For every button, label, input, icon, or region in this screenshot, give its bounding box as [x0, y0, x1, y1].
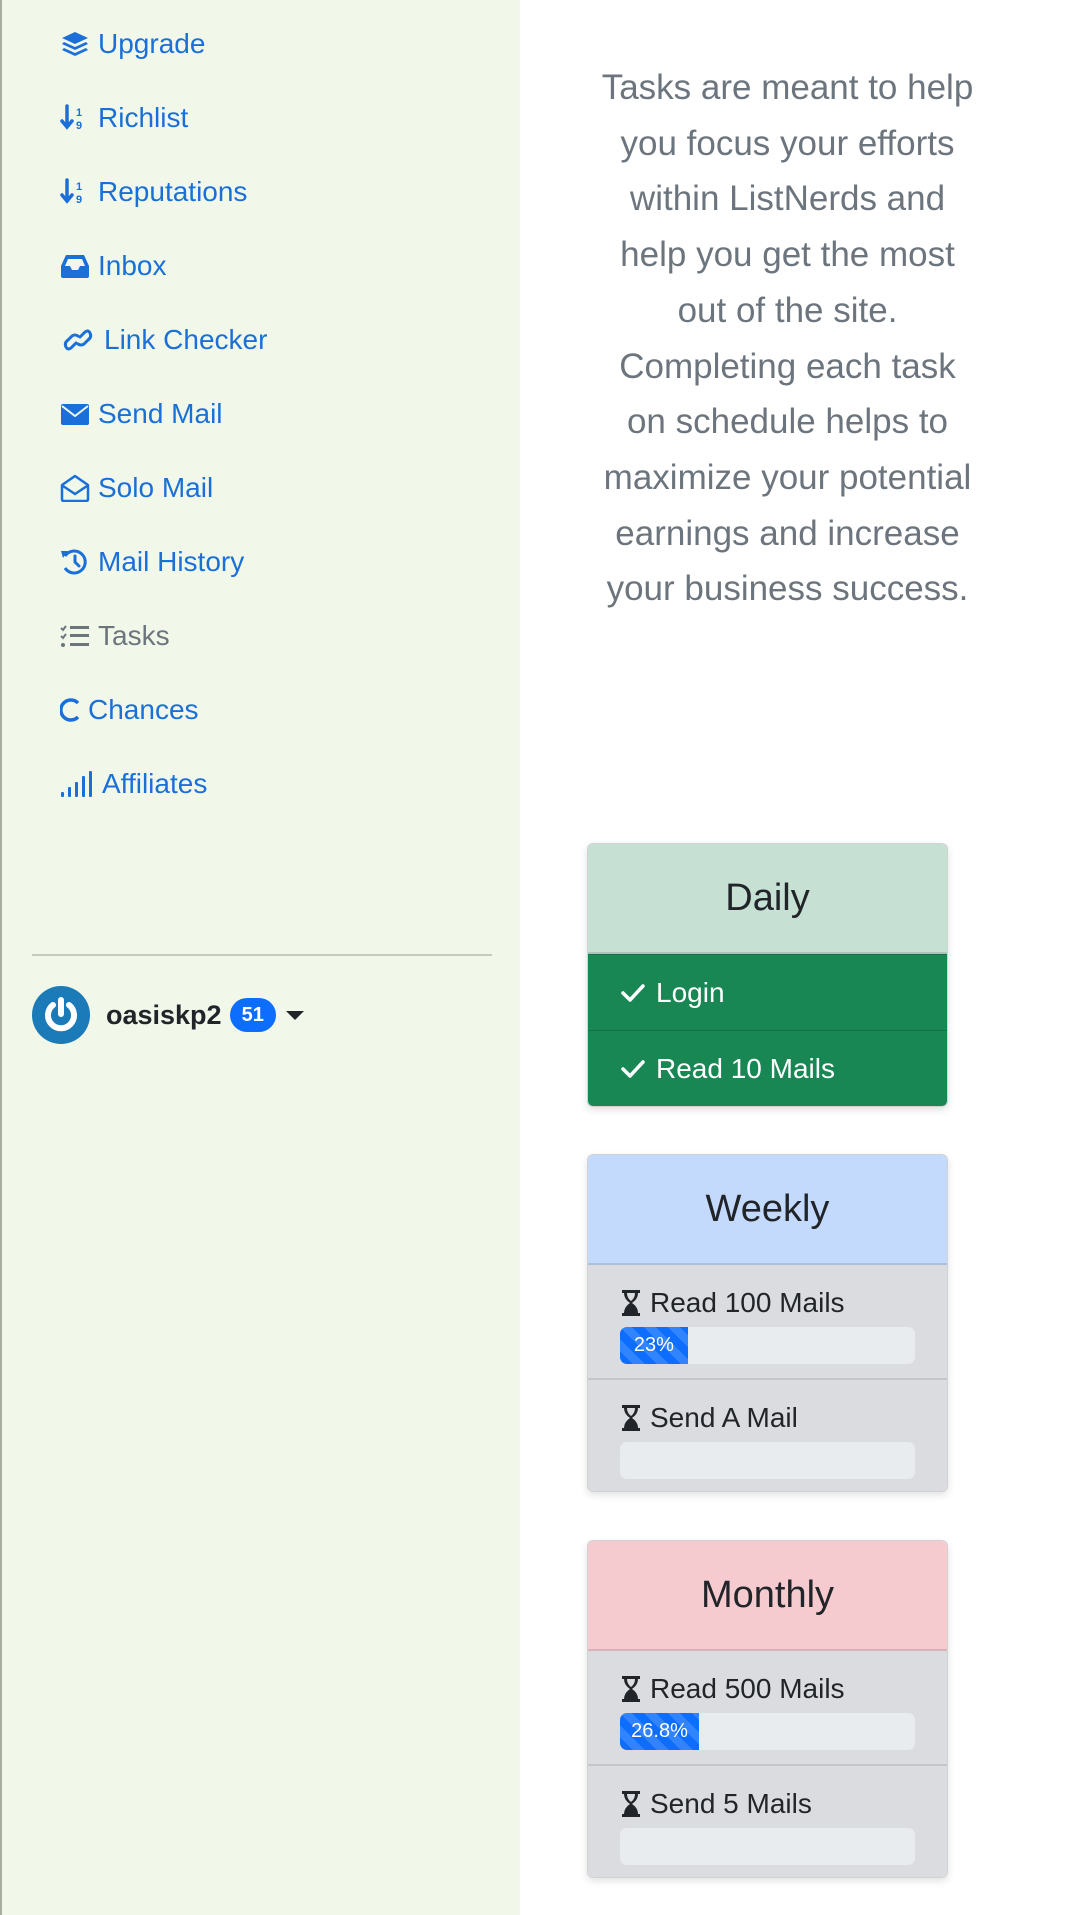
hourglass-icon [622, 1676, 640, 1702]
card-title: Monthly [588, 1541, 947, 1651]
task-label: Read 100 Mails [650, 1287, 845, 1318]
task-item: Login [588, 954, 947, 1030]
sidebar-divider [32, 954, 492, 956]
sidebar-item-label: Chances [88, 694, 199, 725]
progress-bar: 23% [620, 1327, 688, 1364]
tasks-intro-text: Tasks are meant to help you focus your e… [601, 68, 974, 609]
card-title: Daily [588, 844, 947, 954]
task-label: Send 5 Mails [650, 1788, 812, 1819]
card-title: Weekly [588, 1155, 947, 1265]
sidebar-item-label: Mail History [98, 546, 245, 577]
sidebar-item-send-mail[interactable]: Send Mail [60, 394, 223, 434]
daily-tasks-card: Daily Login Read 10 Mails [587, 843, 948, 1107]
c-icon [60, 695, 84, 725]
monthly-tasks-card: Monthly Read 500 Mails 26.8% Send 5 Mail… [587, 1540, 948, 1878]
sidebar-item-label: Tasks [98, 620, 170, 651]
task-item: Read 10 Mails [588, 1030, 947, 1106]
history-icon [60, 547, 92, 577]
sort-numeric-down-icon: 19 [60, 177, 92, 207]
hourglass-icon [622, 1290, 640, 1316]
sidebar-item-richlist[interactable]: 19 Richlist [60, 98, 188, 138]
task-label: Read 10 Mails [656, 1052, 835, 1084]
svg-text:1: 1 [76, 107, 82, 119]
sidebar-item-label: Reputations [98, 176, 248, 207]
task-label: Read 500 Mails [650, 1673, 845, 1704]
task-item: Read 500 Mails 26.8% [588, 1651, 947, 1764]
sidebar-item-label: Upgrade [98, 28, 206, 59]
notification-badge: 51 [229, 998, 276, 1032]
list-check-icon [60, 621, 92, 651]
check-icon [621, 1059, 645, 1078]
link-icon [60, 325, 98, 355]
envelope-icon [60, 399, 92, 429]
power-icon [45, 997, 77, 1032]
sidebar-item-mail-history[interactable]: Mail History [60, 542, 244, 582]
layers-icon [60, 29, 92, 59]
signal-bars-icon [60, 769, 96, 799]
sidebar-item-label: Inbox [98, 250, 167, 281]
username: oasiskp2 [106, 999, 222, 1030]
sidebar-item-label: Solo Mail [98, 472, 214, 503]
envelope-open-icon [60, 473, 92, 503]
sidebar-item-reputations[interactable]: 19 Reputations [60, 172, 247, 212]
sidebar-item-label: Send Mail [98, 398, 223, 429]
sidebar-item-link-checker[interactable]: Link Checker [60, 320, 267, 360]
main-content: Tasks are meant to help you focus your e… [520, 0, 1080, 1915]
sort-numeric-down-icon: 19 [60, 103, 92, 133]
task-label: Login [656, 976, 725, 1008]
check-icon [621, 983, 645, 1002]
task-item: Send 5 Mails [588, 1764, 947, 1877]
sidebar: Upgrade 19 Richlist 19 Reputations Inbox… [0, 0, 520, 1915]
sidebar-item-tasks[interactable]: Tasks [60, 616, 170, 656]
sidebar-item-affiliates[interactable]: Affiliates [60, 764, 207, 804]
task-item: Read 100 Mails 23% [588, 1265, 947, 1378]
sidebar-item-inbox[interactable]: Inbox [60, 246, 167, 286]
sidebar-item-label: Richlist [98, 102, 189, 133]
progress-bar: 26.8% [620, 1713, 700, 1750]
task-progress [620, 1828, 915, 1865]
sidebar-item-upgrade[interactable]: Upgrade [60, 24, 205, 64]
task-item: Send A Mail [588, 1378, 947, 1491]
caret-down-icon [285, 1010, 304, 1020]
weekly-tasks-card: Weekly Read 100 Mails 23% Send A Mail [587, 1154, 948, 1492]
sidebar-item-label: Link Checker [104, 324, 268, 355]
sidebar-item-solo-mail[interactable]: Solo Mail [60, 468, 213, 508]
sidebar-item-label: Affiliates [102, 768, 208, 799]
sidebar-item-chances[interactable]: Chances [60, 690, 199, 730]
task-progress: 26.8% [620, 1713, 915, 1750]
hourglass-icon [622, 1405, 640, 1431]
task-progress: 23% [620, 1327, 915, 1364]
avatar [32, 986, 90, 1044]
task-label: Send A Mail [650, 1402, 798, 1433]
hourglass-icon [622, 1791, 640, 1817]
svg-text:9: 9 [76, 120, 82, 132]
task-progress [620, 1442, 915, 1479]
inbox-icon [60, 251, 92, 281]
user-menu-toggle[interactable]: oasiskp2 51 [32, 985, 304, 1045]
svg-text:1: 1 [76, 181, 82, 193]
svg-text:9: 9 [76, 194, 82, 206]
